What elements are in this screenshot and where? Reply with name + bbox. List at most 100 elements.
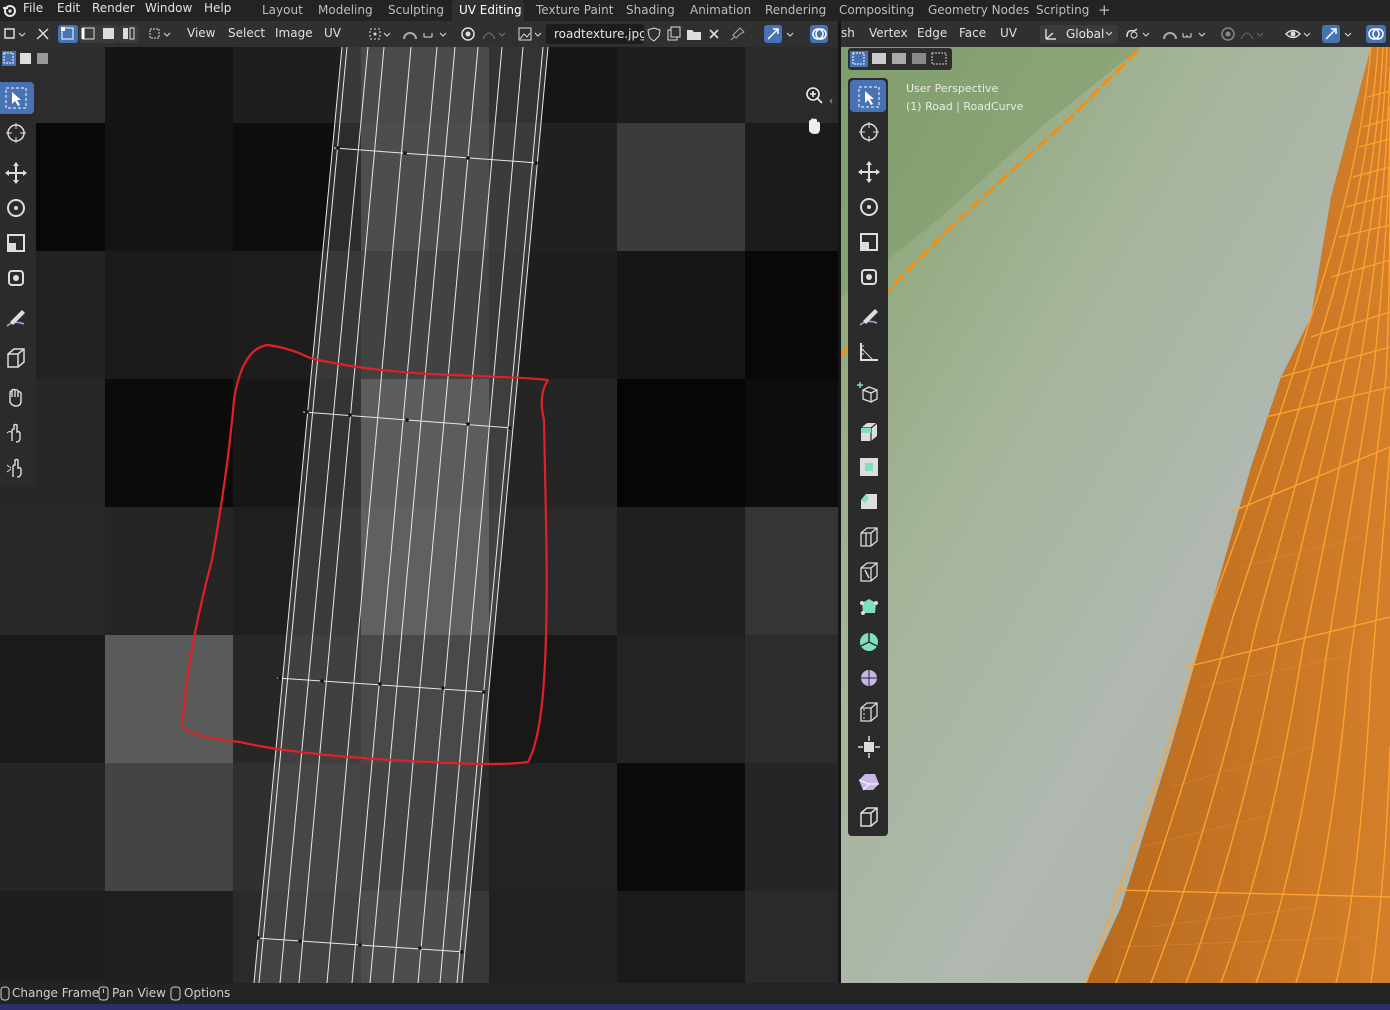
vp-smooth-tool[interactable] xyxy=(850,660,886,692)
viewport-overlay-toggle-icon[interactable] xyxy=(1366,25,1386,43)
uv-menu-select[interactable]: Select xyxy=(228,26,265,40)
pinch-tool[interactable] xyxy=(0,452,34,484)
cursor-tool[interactable] xyxy=(0,117,34,149)
viewport-gizmo-toggle-icon[interactable] xyxy=(1322,25,1340,43)
proportional-edit-icon[interactable] xyxy=(1218,25,1238,43)
uv-menu-image[interactable]: Image xyxy=(275,26,313,40)
tab-animation[interactable]: Animation xyxy=(690,3,751,17)
tab-texture-paint[interactable]: Texture Paint xyxy=(536,3,613,17)
unlink-image-close-icon[interactable] xyxy=(704,25,724,43)
pan-view-hand-icon[interactable] xyxy=(802,114,826,138)
snap-toggle-icon[interactable] xyxy=(1160,25,1180,43)
move-tool[interactable] xyxy=(0,157,34,189)
select-box-tool[interactable] xyxy=(0,82,34,114)
vp-loop-cut-tool[interactable] xyxy=(850,520,886,552)
tab-sculpting[interactable]: Sculpting xyxy=(388,3,444,17)
tab-uv-editing[interactable]: UV Editing xyxy=(459,3,522,17)
object-visibility-eye-icon[interactable] xyxy=(1284,25,1314,43)
vp-annotate-tool[interactable] xyxy=(850,300,886,332)
island-select-mode-icon[interactable] xyxy=(119,25,139,43)
tab-geometry-nodes[interactable]: Geometry Nodes xyxy=(928,3,1029,17)
blender-logo-icon[interactable] xyxy=(2,3,16,17)
viewport-select-box-modes[interactable] xyxy=(848,48,954,72)
proportional-falloff-icon[interactable] xyxy=(480,25,510,43)
menu-render[interactable]: Render xyxy=(92,1,135,15)
vp-add-cube-tool[interactable] xyxy=(850,375,886,407)
pivot-point-icon[interactable] xyxy=(366,25,394,43)
editor-type-icon[interactable] xyxy=(2,25,28,43)
gizmo-dropdown-icon[interactable] xyxy=(783,25,799,43)
tab-layout[interactable]: Layout xyxy=(262,3,303,17)
menu-window[interactable]: Window xyxy=(145,1,192,15)
face-select-mode-icon[interactable] xyxy=(99,25,119,43)
uv-menu-uv[interactable]: UV xyxy=(324,26,341,40)
snap-increment-dropdown-icon[interactable] xyxy=(1180,25,1210,43)
uv-editor-canvas[interactable] xyxy=(0,47,838,983)
proportional-editing-icon[interactable] xyxy=(458,25,478,43)
pivot-point-dropdown-icon[interactable] xyxy=(1124,25,1154,43)
tab-modeling[interactable]: Modeling xyxy=(318,3,373,17)
tab-shading[interactable]: Shading xyxy=(626,3,675,17)
sidebar-collapse-arrow-icon[interactable]: ‹ xyxy=(829,96,833,107)
transform-tool[interactable] xyxy=(0,262,34,294)
vp-move-tool[interactable] xyxy=(850,155,886,187)
transform-orientation-dropdown[interactable]: Global xyxy=(1040,25,1118,43)
open-image-folder-icon[interactable] xyxy=(684,25,704,43)
mesh-menu-fragment[interactable]: sh xyxy=(841,26,855,40)
zoom-view-icon[interactable] xyxy=(802,84,826,108)
vp-spin-tool[interactable] xyxy=(850,625,886,657)
menu-edit[interactable]: Edit xyxy=(57,1,80,15)
vp-rotate-tool[interactable] xyxy=(850,190,886,222)
status-options: Options xyxy=(184,986,231,1000)
snap-target-icon[interactable] xyxy=(421,25,451,43)
vp-poly-build-tool[interactable] xyxy=(850,590,886,622)
menu-help[interactable]: Help xyxy=(204,1,231,15)
vp-knife-tool[interactable] xyxy=(850,555,886,587)
vp-extrude-tool[interactable] xyxy=(850,415,886,447)
edge-select-mode-icon[interactable] xyxy=(79,25,99,43)
relax-tool[interactable] xyxy=(0,417,34,449)
vp-transform-tool[interactable] xyxy=(850,260,886,292)
uv-menu-view[interactable]: View xyxy=(187,26,215,40)
annotate-tool[interactable] xyxy=(0,302,34,334)
vp-inset-tool[interactable] xyxy=(850,450,886,482)
vp-edge-slide-tool[interactable] xyxy=(850,695,886,727)
snap-icon[interactable] xyxy=(400,25,420,43)
vertex-select-mode-icon[interactable] xyxy=(58,25,78,43)
menu-file[interactable]: File xyxy=(23,1,43,15)
tab-scripting[interactable]: Scripting xyxy=(1036,3,1089,17)
tab-rendering[interactable]: Rendering xyxy=(765,3,826,17)
new-image-icon[interactable] xyxy=(664,25,684,43)
viewport-gizmo-dropdown-icon[interactable] xyxy=(1341,25,1357,43)
fake-user-shield-icon[interactable] xyxy=(644,25,664,43)
vp-rip-region-tool[interactable] xyxy=(850,800,886,832)
image-browse-icon[interactable] xyxy=(516,25,544,43)
vp-measure-tool[interactable] xyxy=(850,335,886,367)
sticky-selection-icon[interactable] xyxy=(146,25,174,43)
overlay-toggle-icon[interactable] xyxy=(810,25,828,43)
3d-viewport[interactable] xyxy=(841,47,1390,983)
menu-vertex[interactable]: Vertex xyxy=(869,26,908,40)
grab-tool[interactable] xyxy=(0,382,34,414)
rotate-tool[interactable] xyxy=(0,192,34,224)
uv-select-box-modes[interactable] xyxy=(0,48,60,72)
vp-bevel-tool[interactable] xyxy=(850,485,886,517)
proportional-falloff-dropdown-icon[interactable] xyxy=(1238,25,1268,43)
tab-compositing[interactable]: Compositing xyxy=(839,3,914,17)
image-name-field[interactable]: roadtexture.jpg xyxy=(546,24,647,44)
menu-edge[interactable]: Edge xyxy=(917,26,947,40)
add-workspace-icon[interactable]: + xyxy=(1098,1,1111,19)
menu-face[interactable]: Face xyxy=(959,26,986,40)
sync-selection-icon[interactable] xyxy=(33,25,53,43)
vp-select-box-tool[interactable] xyxy=(850,80,886,112)
crosshair-cursor-icon xyxy=(6,123,26,143)
vp-cursor-tool[interactable] xyxy=(850,115,886,147)
vp-shear-tool[interactable] xyxy=(850,765,886,797)
gizmo-toggle-icon[interactable] xyxy=(764,25,782,43)
rip-region-tool[interactable] xyxy=(0,342,34,374)
vp-scale-tool[interactable] xyxy=(850,225,886,257)
scale-tool[interactable] xyxy=(0,227,34,259)
pin-image-icon[interactable] xyxy=(728,25,748,43)
menu-uv[interactable]: UV xyxy=(1000,26,1017,40)
vp-shrink-fatten-tool[interactable] xyxy=(850,730,886,762)
